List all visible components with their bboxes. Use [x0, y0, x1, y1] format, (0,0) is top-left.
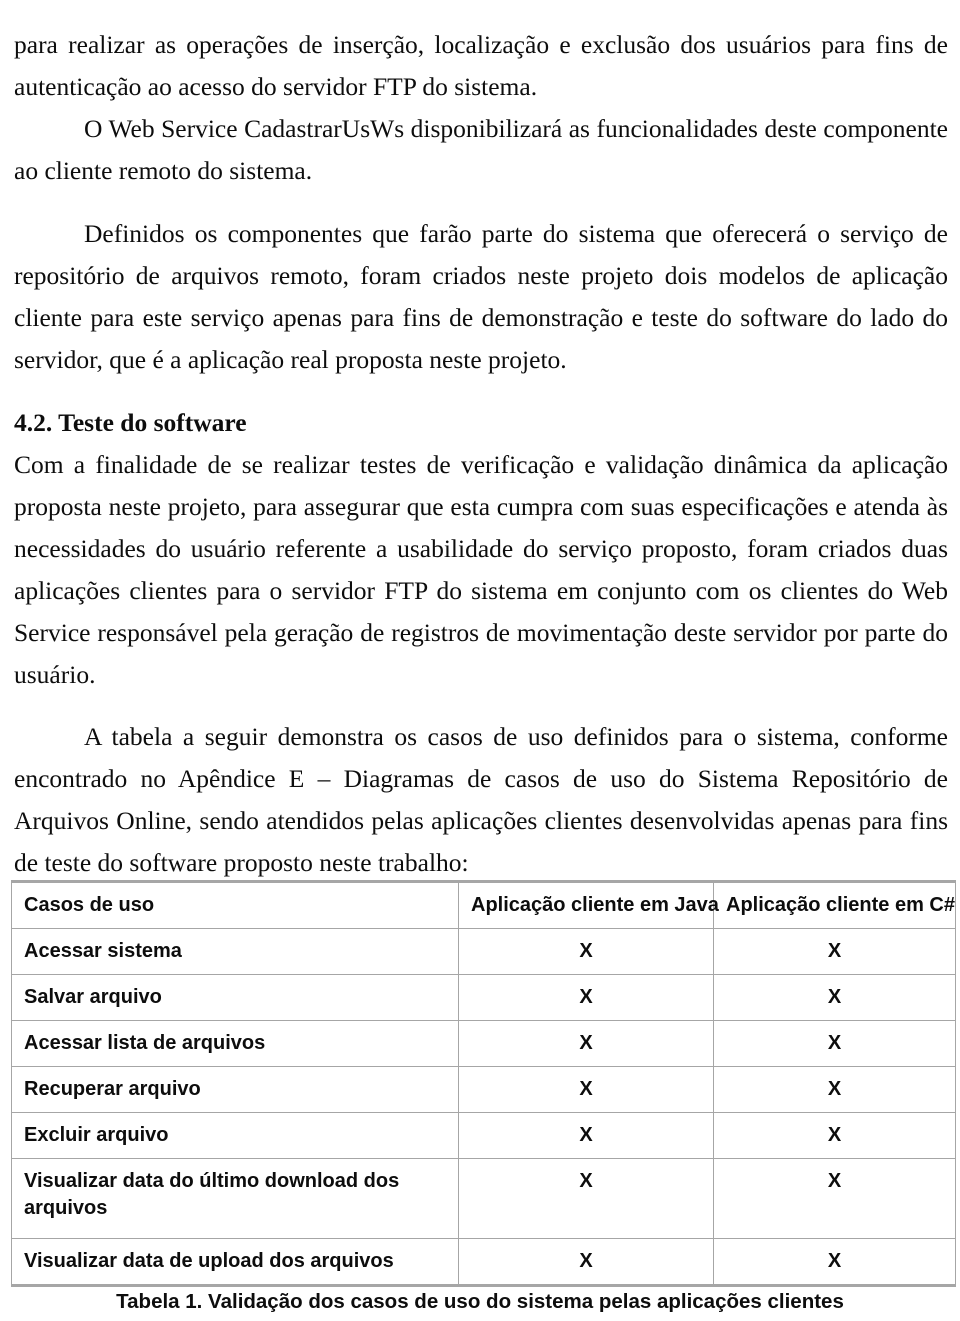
cell-csharp-mark: X: [713, 1112, 956, 1159]
document-page: para realizar as operações de inserção, …: [0, 0, 960, 1321]
table-row: Acessar lista de arquivos X X: [11, 1020, 956, 1067]
use-case-label: Acessar lista de arquivos: [24, 1032, 266, 1054]
paragraph-componentes: Definidos os componentes que farão parte…: [14, 218, 948, 374]
java-mark: X: [579, 1170, 593, 1192]
cell-java-mark: X: [458, 1238, 714, 1287]
cell-csharp-mark: X: [713, 974, 956, 1021]
cell-use-case: Acessar sistema: [11, 928, 459, 975]
table-caption: Tabela 1. Validação dos casos de uso do …: [116, 1290, 844, 1313]
section-heading-4-2: 4.2. Teste do software: [14, 408, 247, 438]
java-mark: X: [579, 1124, 593, 1146]
java-mark: X: [579, 1032, 593, 1054]
java-mark: X: [579, 986, 593, 1008]
cell-csharp-mark: X: [713, 928, 956, 975]
table-header: Casos de uso Aplicação cliente em Java A…: [11, 880, 956, 929]
cell-use-case: Recuperar arquivo: [11, 1066, 459, 1113]
use-case-label: Visualizar data de upload dos arquivos: [24, 1250, 394, 1272]
column-header-use-case-label: Casos de uso: [24, 894, 155, 916]
table-row: Salvar arquivo X X: [11, 974, 956, 1021]
csharp-mark: X: [827, 1250, 842, 1272]
cell-java-mark: X: [458, 974, 714, 1021]
cell-use-case: Visualizar data do último download dos a…: [11, 1158, 459, 1239]
csharp-mark: X: [827, 1032, 842, 1054]
use-cases-table: Casos de uso Aplicação cliente em Java A…: [11, 880, 956, 1287]
table-header-row: Casos de uso Aplicação cliente em Java A…: [11, 880, 956, 929]
table-row: Visualizar data de upload dos arquivos X…: [11, 1238, 956, 1287]
cell-use-case: Acessar lista de arquivos: [11, 1020, 459, 1067]
column-header-csharp-label: Aplicação cliente em C#: [726, 894, 955, 916]
cell-csharp-mark: X: [713, 1158, 956, 1239]
java-mark: X: [579, 1078, 593, 1100]
table-row: Recuperar arquivo X X: [11, 1066, 956, 1113]
java-mark: X: [579, 1250, 593, 1272]
cell-use-case: Visualizar data de upload dos arquivos: [11, 1238, 459, 1287]
cell-java-mark: X: [458, 928, 714, 975]
cell-use-case: Salvar arquivo: [11, 974, 459, 1021]
paragraph-tabela-intro: A tabela a seguir demonstra os casos de …: [14, 721, 948, 877]
column-header-csharp: Aplicação cliente em C#: [713, 880, 956, 929]
table-row: Visualizar data do último download dos a…: [11, 1158, 956, 1239]
table-row: Acessar sistema X X: [11, 928, 956, 975]
use-case-label: Salvar arquivo: [24, 986, 162, 1008]
cell-java-mark: X: [458, 1112, 714, 1159]
csharp-mark: X: [827, 1124, 842, 1146]
column-header-java-label: Aplicação cliente em Java: [471, 894, 719, 916]
csharp-mark: X: [827, 940, 842, 962]
table-row: Excluir arquivo X X: [11, 1112, 956, 1159]
csharp-mark: X: [827, 986, 842, 1008]
cell-java-mark: X: [458, 1158, 714, 1239]
cell-csharp-mark: X: [713, 1238, 956, 1287]
cell-use-case: Excluir arquivo: [11, 1112, 459, 1159]
paragraph-testes: Com a finalidade de se realizar testes d…: [14, 449, 948, 689]
cell-java-mark: X: [458, 1066, 714, 1113]
use-case-label: Visualizar data do último download dos a…: [24, 1170, 400, 1219]
use-cases-table-wrapper: Casos de uso Aplicação cliente em Java A…: [11, 880, 956, 1287]
csharp-mark: X: [827, 1078, 842, 1100]
column-header-use-case: Casos de uso: [11, 880, 459, 929]
use-case-label: Recuperar arquivo: [24, 1078, 201, 1100]
column-header-java: Aplicação cliente em Java: [458, 880, 719, 929]
csharp-mark: X: [827, 1170, 842, 1192]
paragraph-continuation: para realizar as operações de inserção, …: [14, 29, 948, 101]
cell-csharp-mark: X: [713, 1066, 956, 1113]
paragraph-web-service: O Web Service CadastrarUsWs disponibiliz…: [14, 113, 948, 185]
cell-java-mark: X: [458, 1020, 714, 1067]
java-mark: X: [579, 940, 593, 962]
use-case-label: Acessar sistema: [24, 940, 182, 962]
table-body: Acessar sistema X X Salvar arquivo X X A…: [11, 928, 956, 1287]
use-case-label: Excluir arquivo: [24, 1124, 169, 1146]
cell-csharp-mark: X: [713, 1020, 956, 1067]
